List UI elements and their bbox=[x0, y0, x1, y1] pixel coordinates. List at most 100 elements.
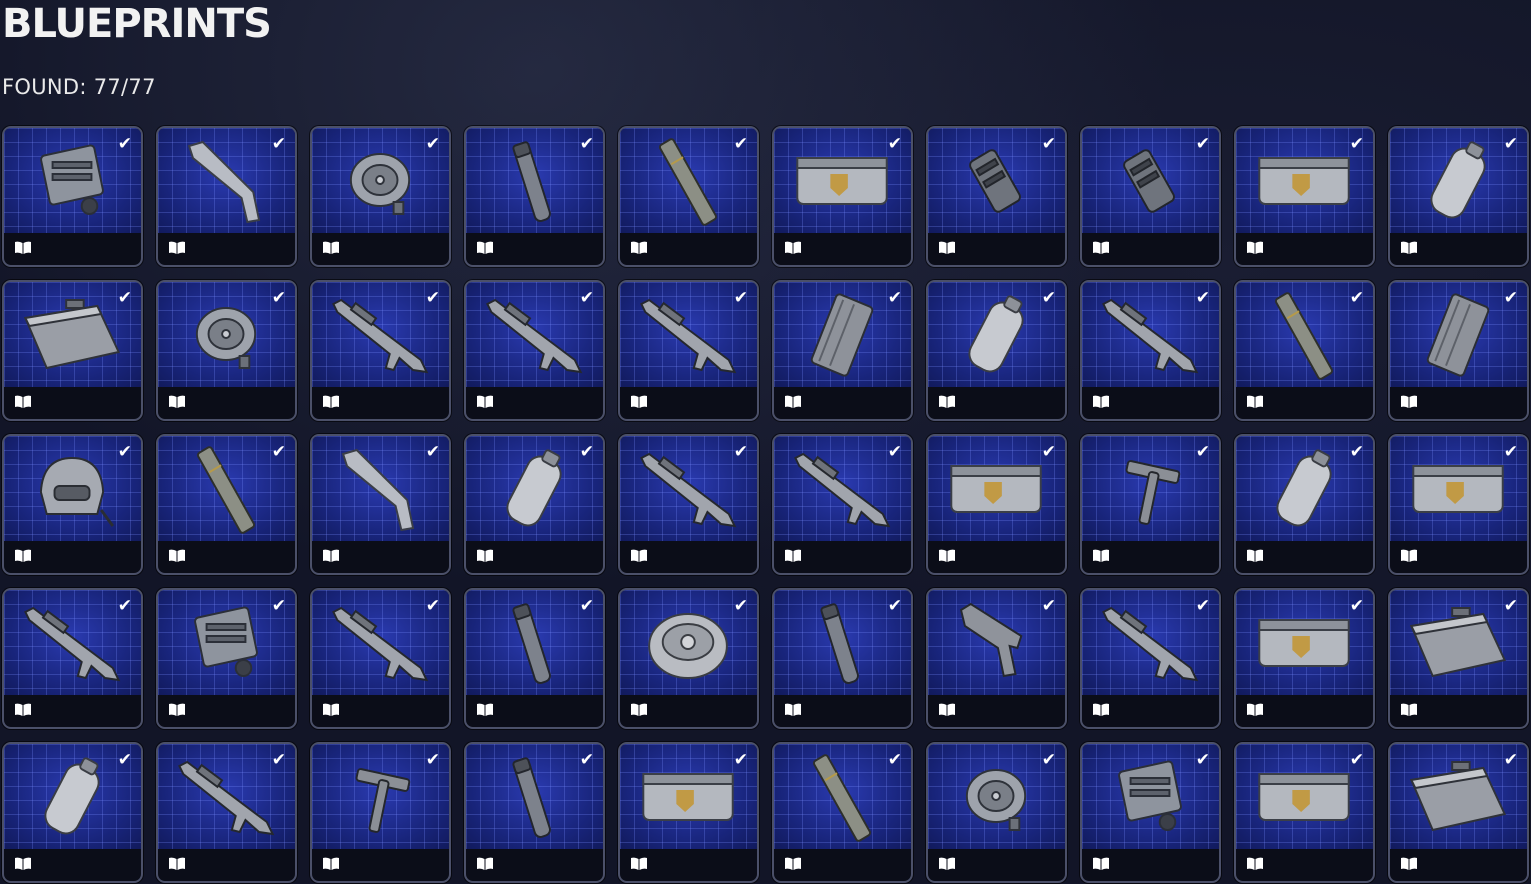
book-icon bbox=[477, 395, 493, 408]
checkmark-icon: ✔ bbox=[1349, 596, 1364, 616]
checkmark-icon: ✔ bbox=[1195, 288, 1210, 308]
blueprint-card[interactable]: ✔ bbox=[1388, 434, 1529, 575]
blueprint-card[interactable]: ✔ bbox=[926, 126, 1067, 267]
book-icon bbox=[1401, 857, 1417, 870]
blueprint-card[interactable]: ✔ bbox=[1234, 434, 1375, 575]
blueprint-card[interactable]: ✔ bbox=[156, 280, 297, 421]
checkmark-icon: ✔ bbox=[579, 750, 594, 770]
blueprint-card[interactable]: ✔ bbox=[2, 588, 143, 729]
blueprint-card[interactable]: ✔ bbox=[772, 434, 913, 575]
blueprint-card[interactable]: ✔ bbox=[1234, 742, 1375, 883]
book-icon bbox=[1247, 549, 1263, 562]
blueprint-card[interactable]: ✔ bbox=[1388, 126, 1529, 267]
blueprint-card[interactable]: ✔ bbox=[772, 742, 913, 883]
checkmark-icon: ✔ bbox=[1195, 442, 1210, 462]
blueprint-card[interactable]: ✔ bbox=[1080, 434, 1221, 575]
book-icon bbox=[323, 395, 339, 408]
checkmark-icon: ✔ bbox=[117, 750, 132, 770]
checkmark-icon: ✔ bbox=[271, 596, 286, 616]
book-icon bbox=[631, 395, 647, 408]
blueprint-card[interactable]: ✔ bbox=[1080, 126, 1221, 267]
checkmark-icon: ✔ bbox=[887, 134, 902, 154]
book-icon bbox=[1093, 395, 1109, 408]
blueprint-card[interactable]: ✔ bbox=[1080, 742, 1221, 883]
book-icon bbox=[477, 857, 493, 870]
checkmark-icon: ✔ bbox=[117, 442, 132, 462]
blueprint-card[interactable]: ✔ bbox=[464, 742, 605, 883]
blueprint-card[interactable]: ✔ bbox=[772, 280, 913, 421]
blueprint-card[interactable]: ✔ bbox=[1234, 280, 1375, 421]
book-icon bbox=[169, 703, 185, 716]
checkmark-icon: ✔ bbox=[1349, 288, 1364, 308]
blueprint-card[interactable]: ✔ bbox=[310, 280, 451, 421]
blueprint-card[interactable]: ✔ bbox=[1234, 126, 1375, 267]
blueprint-grid: ✔ ✔ ✔ ✔ ✔ ✔ ✔ ✔ ✔ ✔ ✔ ✔ ✔ ✔ ✔ ✔ ✔ ✔ ✔ ✔ ✔ ✔ ✔ ✔ ✔ ✔ ✔ ✔ ✔ ✔ ✔ ✔ ✔ ✔ ✔ ✔ ✔ ✔ ✔ ✔… bbox=[2, 126, 1529, 883]
blueprint-card[interactable]: ✔ bbox=[772, 126, 913, 267]
book-icon bbox=[15, 549, 31, 562]
blueprint-card[interactable]: ✔ bbox=[1080, 588, 1221, 729]
book-icon bbox=[939, 549, 955, 562]
checkmark-icon: ✔ bbox=[1041, 442, 1056, 462]
blueprint-card[interactable]: ✔ bbox=[926, 742, 1067, 883]
blueprint-card[interactable]: ✔ bbox=[464, 126, 605, 267]
blueprint-card[interactable]: ✔ bbox=[618, 588, 759, 729]
blueprint-card[interactable]: ✔ bbox=[156, 742, 297, 883]
book-icon bbox=[631, 857, 647, 870]
blueprint-card[interactable]: ✔ bbox=[618, 742, 759, 883]
blueprint-card[interactable]: ✔ bbox=[2, 742, 143, 883]
book-icon bbox=[939, 241, 955, 254]
blueprint-card[interactable]: ✔ bbox=[156, 126, 297, 267]
blueprint-card[interactable]: ✔ bbox=[772, 588, 913, 729]
blueprint-card[interactable]: ✔ bbox=[156, 434, 297, 575]
blueprint-card[interactable]: ✔ bbox=[1388, 742, 1529, 883]
book-icon bbox=[1247, 395, 1263, 408]
checkmark-icon: ✔ bbox=[579, 596, 594, 616]
checkmark-icon: ✔ bbox=[579, 288, 594, 308]
checkmark-icon: ✔ bbox=[271, 288, 286, 308]
checkmark-icon: ✔ bbox=[579, 134, 594, 154]
book-icon bbox=[15, 703, 31, 716]
blueprint-card[interactable]: ✔ bbox=[926, 588, 1067, 729]
checkmark-icon: ✔ bbox=[733, 134, 748, 154]
blueprint-card[interactable]: ✔ bbox=[310, 588, 451, 729]
found-counter: FOUND: 77/77 bbox=[2, 75, 156, 99]
book-icon bbox=[631, 549, 647, 562]
checkmark-icon: ✔ bbox=[1041, 596, 1056, 616]
book-icon bbox=[323, 549, 339, 562]
blueprint-card[interactable]: ✔ bbox=[1234, 588, 1375, 729]
checkmark-icon: ✔ bbox=[1195, 134, 1210, 154]
blueprint-card[interactable]: ✔ bbox=[464, 280, 605, 421]
blueprint-card[interactable]: ✔ bbox=[926, 280, 1067, 421]
book-icon bbox=[785, 549, 801, 562]
checkmark-icon: ✔ bbox=[733, 596, 748, 616]
checkmark-icon: ✔ bbox=[425, 288, 440, 308]
blueprint-card[interactable]: ✔ bbox=[464, 588, 605, 729]
blueprint-card[interactable]: ✔ bbox=[2, 434, 143, 575]
book-icon bbox=[323, 703, 339, 716]
book-icon bbox=[1247, 703, 1263, 716]
blueprint-card[interactable]: ✔ bbox=[1080, 280, 1221, 421]
blueprint-card[interactable]: ✔ bbox=[310, 742, 451, 883]
blueprint-card[interactable]: ✔ bbox=[618, 126, 759, 267]
blueprint-card[interactable]: ✔ bbox=[2, 126, 143, 267]
blueprint-card[interactable]: ✔ bbox=[2, 280, 143, 421]
checkmark-icon: ✔ bbox=[1041, 134, 1056, 154]
checkmark-icon: ✔ bbox=[425, 134, 440, 154]
blueprint-card[interactable]: ✔ bbox=[618, 434, 759, 575]
checkmark-icon: ✔ bbox=[271, 750, 286, 770]
blueprint-card[interactable]: ✔ bbox=[1388, 280, 1529, 421]
blueprint-card[interactable]: ✔ bbox=[156, 588, 297, 729]
blueprint-card[interactable]: ✔ bbox=[1388, 588, 1529, 729]
book-icon bbox=[15, 857, 31, 870]
blueprint-card[interactable]: ✔ bbox=[926, 434, 1067, 575]
checkmark-icon: ✔ bbox=[425, 750, 440, 770]
blueprint-card[interactable]: ✔ bbox=[310, 126, 451, 267]
book-icon bbox=[1247, 857, 1263, 870]
blueprint-card[interactable]: ✔ bbox=[618, 280, 759, 421]
blueprint-card[interactable]: ✔ bbox=[464, 434, 605, 575]
book-icon bbox=[631, 703, 647, 716]
checkmark-icon: ✔ bbox=[1195, 750, 1210, 770]
blueprint-card[interactable]: ✔ bbox=[310, 434, 451, 575]
checkmark-icon: ✔ bbox=[1349, 134, 1364, 154]
checkmark-icon: ✔ bbox=[1041, 288, 1056, 308]
